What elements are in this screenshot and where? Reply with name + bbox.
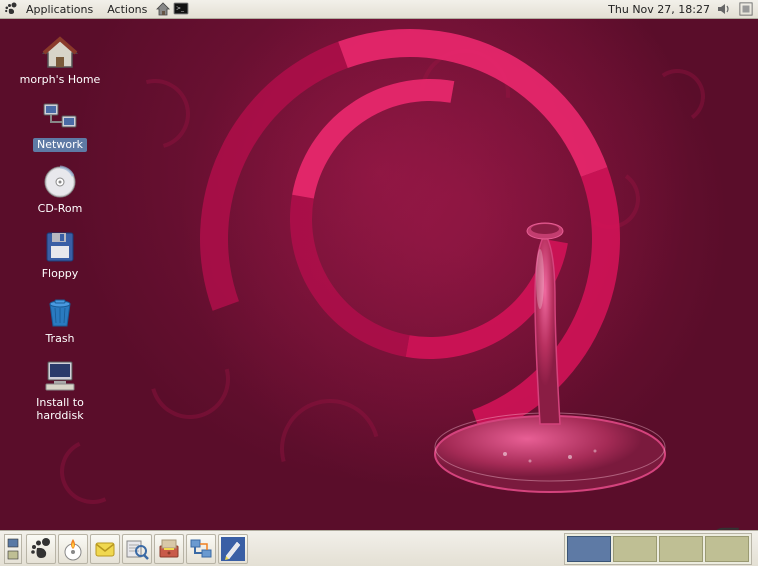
home-panel-icon[interactable] [155, 1, 171, 17]
desktop[interactable]: debian morph's Home Network CD-Rom Flopp… [0, 19, 758, 530]
svg-text:>_: >_ [176, 5, 185, 12]
desktop-icon-label: Network [33, 138, 87, 153]
network-launcher[interactable] [186, 534, 216, 564]
volume-icon[interactable] [716, 1, 732, 17]
tray-item-icon[interactable] [738, 1, 754, 17]
applications-menu[interactable]: Applications [20, 1, 99, 18]
actions-menu[interactable]: Actions [101, 1, 153, 18]
workspace-4[interactable] [705, 536, 749, 562]
desktop-icon-label: morph's Home [16, 73, 105, 88]
trash-icon [40, 294, 80, 330]
clock[interactable]: Thu Nov 27, 18:27 [608, 3, 710, 16]
desktop-icons-container: morph's Home Network CD-Rom Floppy Trash [10, 33, 110, 425]
desktop-icon-install[interactable]: Install to harddisk [10, 356, 110, 425]
show-desktop-button[interactable] [4, 534, 22, 564]
floppy-icon [40, 229, 80, 265]
desktop-icon-label: Trash [41, 332, 78, 347]
workspace-1[interactable] [567, 536, 611, 562]
network-icon [40, 100, 80, 136]
desktop-icon-label: CD-Rom [34, 202, 87, 217]
decor-curl [646, 65, 710, 129]
desktop-icon-network[interactable]: Network [10, 98, 110, 155]
gnome-foot-icon [4, 2, 18, 16]
desktop-icon-label: Floppy [38, 267, 83, 282]
decor-curl [107, 66, 203, 162]
computer-icon [40, 358, 80, 394]
files-launcher[interactable] [154, 534, 184, 564]
desktop-icon-label: Install to harddisk [32, 396, 88, 423]
burn-launcher[interactable] [58, 534, 88, 564]
home-folder-icon [40, 35, 80, 71]
workspace-2[interactable] [613, 536, 657, 562]
bottom-panel [0, 530, 758, 566]
gnome-menu-launcher[interactable] [26, 534, 56, 564]
launcher-tray [26, 534, 248, 564]
mail-launcher[interactable] [90, 534, 120, 564]
top-panel: Applications Actions >_ Thu Nov 27, 18:2… [0, 0, 758, 19]
search-launcher[interactable] [122, 534, 152, 564]
desktop-icon-trash[interactable]: Trash [10, 292, 110, 349]
editor-launcher[interactable] [218, 534, 248, 564]
workspace-3[interactable] [659, 536, 703, 562]
terminal-panel-icon[interactable]: >_ [173, 1, 189, 17]
desktop-icon-floppy[interactable]: Floppy [10, 227, 110, 284]
desktop-icon-home[interactable]: morph's Home [10, 33, 110, 90]
decor-curl [51, 430, 134, 513]
desktop-icon-cdrom[interactable]: CD-Rom [10, 162, 110, 219]
cdrom-icon [40, 164, 80, 200]
workspace-switcher [564, 533, 752, 565]
bottle-graphic [400, 199, 700, 499]
